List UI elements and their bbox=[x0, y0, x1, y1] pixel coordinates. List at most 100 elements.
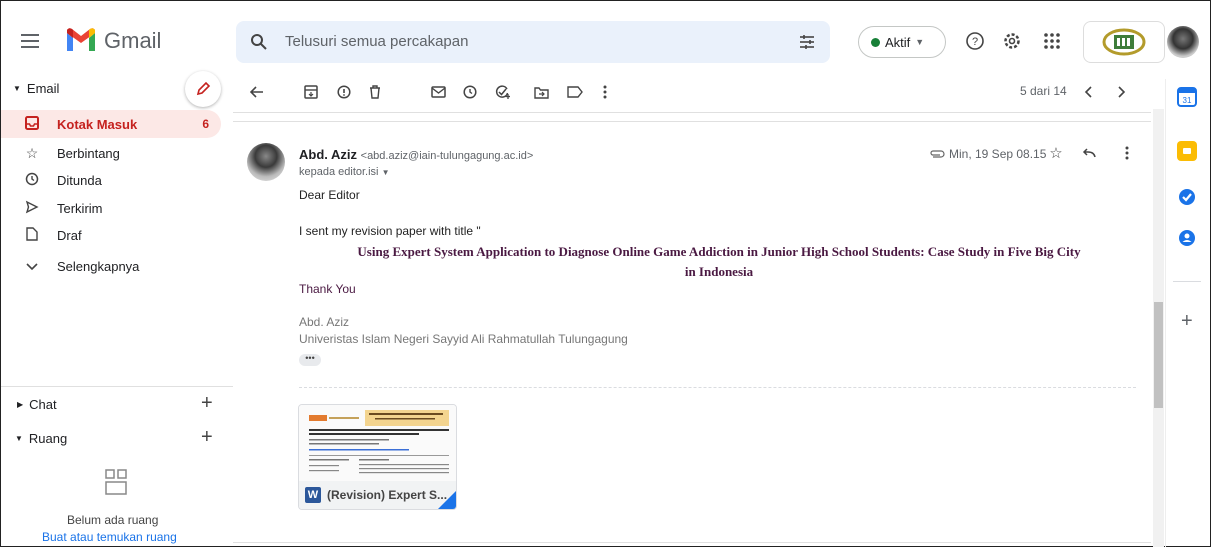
attachment-clip-icon bbox=[929, 146, 945, 164]
search-options-icon[interactable] bbox=[795, 30, 819, 54]
chat-section-label: Chat bbox=[29, 397, 57, 412]
keep-icon[interactable] bbox=[1177, 141, 1197, 161]
attachment-corner-fold bbox=[438, 491, 456, 509]
greeting-text: Dear Editor bbox=[299, 188, 360, 202]
calendar-icon[interactable]: 31 bbox=[1177, 87, 1197, 107]
back-arrow-icon[interactable] bbox=[245, 80, 269, 104]
attachment-preview bbox=[299, 405, 456, 483]
word-document-icon: W bbox=[305, 487, 321, 503]
paper-title-line: in Indonesia bbox=[684, 264, 754, 279]
settings-gear-icon[interactable] bbox=[1000, 29, 1024, 53]
sidebar-item-sent[interactable]: Terkirim bbox=[1, 194, 221, 222]
svg-text:31: 31 bbox=[1183, 96, 1192, 105]
attachments-divider bbox=[299, 387, 1136, 388]
message-date: Min, 19 Sep 08.15 bbox=[949, 147, 1047, 161]
sidebar-item-drafts[interactable]: Draf bbox=[1, 221, 221, 249]
message-more-icon[interactable] bbox=[1118, 144, 1136, 162]
google-apps-icon[interactable] bbox=[1040, 29, 1064, 53]
move-to-folder-icon[interactable] bbox=[529, 80, 553, 104]
intro-text: I sent my revision paper with title " bbox=[299, 224, 481, 238]
search-input[interactable]: Telusuri semua percakapan bbox=[285, 33, 468, 50]
archive-icon[interactable] bbox=[299, 80, 323, 104]
caret-down-icon: ▼ bbox=[381, 168, 390, 177]
paper-title-line: Using Expert System Application to Diagn… bbox=[357, 244, 1081, 259]
scrollbar-thumb[interactable] bbox=[1154, 302, 1163, 408]
add-task-icon[interactable] bbox=[490, 80, 514, 104]
side-panel-divider bbox=[1173, 281, 1201, 282]
sidebar-item-label: Terkirim bbox=[57, 200, 103, 216]
show-trimmed-content-button[interactable]: ••• bbox=[299, 354, 321, 366]
sender-name: Abd. Aziz bbox=[299, 147, 358, 162]
unread-count: 6 bbox=[202, 117, 209, 131]
snooze-clock-icon[interactable] bbox=[458, 80, 482, 104]
sidebar-item-more[interactable]: Selengkapnya bbox=[1, 252, 221, 280]
signature-name: Abd. Aziz bbox=[299, 315, 350, 329]
sender-email: <abd.aziz@iain-tulungagung.ac.id> bbox=[360, 150, 534, 162]
sender-avatar[interactable] bbox=[247, 143, 285, 181]
status-dropdown[interactable]: Aktif ▼ bbox=[858, 26, 946, 58]
label-tag-icon[interactable] bbox=[563, 80, 587, 104]
signature-organization: Univeristas Islam Negeri Sayyid Ali Rahm… bbox=[299, 332, 628, 346]
rooms-section-header[interactable]: ▼ Ruang bbox=[15, 431, 67, 446]
star-icon[interactable]: ☆ bbox=[1047, 144, 1065, 162]
sidebar-item-snoozed[interactable]: Ditunda bbox=[1, 166, 221, 194]
find-rooms-link[interactable]: Buat atau temukan ruang bbox=[42, 530, 177, 544]
sender-line: Abd. Aziz <abd.aziz@iain-tulungagung.ac.… bbox=[299, 147, 533, 162]
sidebar-item-label: Selengkapnya bbox=[57, 258, 140, 274]
mark-unread-mail-icon[interactable] bbox=[426, 80, 450, 104]
attachment-footer: W (Revision) Expert S... bbox=[299, 481, 456, 509]
sidebar-item-inbox[interactable]: Kotak Masuk 6 bbox=[1, 110, 221, 138]
sidebar-divider bbox=[1, 386, 233, 387]
draft-icon bbox=[21, 226, 43, 244]
pencil-icon bbox=[196, 81, 211, 96]
organization-logo[interactable] bbox=[1083, 21, 1165, 63]
add-chat-icon[interactable]: + bbox=[201, 392, 213, 415]
rooms-empty-icon bbox=[105, 469, 127, 500]
thanks-text: Thank You bbox=[299, 282, 356, 296]
older-chevron-right-icon[interactable] bbox=[1110, 80, 1134, 104]
email-section-header[interactable]: ▼ Email bbox=[13, 81, 59, 96]
contacts-icon[interactable] bbox=[1177, 228, 1197, 248]
app-name: Gmail bbox=[104, 28, 162, 53]
reply-icon[interactable] bbox=[1080, 144, 1098, 162]
newer-chevron-left-icon[interactable] bbox=[1076, 80, 1100, 104]
pagination-info: 5 dari 14 bbox=[1020, 84, 1067, 98]
svg-text:?: ? bbox=[972, 36, 978, 48]
toolbar-divider bbox=[233, 112, 1151, 113]
search-icon[interactable] bbox=[247, 30, 271, 54]
attachment-name: (Revision) Expert S... bbox=[327, 488, 448, 502]
status-label: Aktif bbox=[885, 34, 911, 50]
recipient-label: kepada editor.isi bbox=[299, 166, 379, 178]
status-dot-icon bbox=[871, 37, 880, 47]
tasks-icon[interactable] bbox=[1177, 187, 1197, 207]
chat-section-header[interactable]: ▶ Chat bbox=[17, 397, 57, 412]
help-icon[interactable]: ? bbox=[963, 29, 987, 53]
clock-icon bbox=[21, 172, 43, 189]
delete-trash-icon[interactable] bbox=[363, 80, 387, 104]
inbox-icon bbox=[21, 115, 43, 133]
gmail-logo-icon[interactable] bbox=[65, 27, 97, 53]
more-options-icon[interactable] bbox=[593, 80, 617, 104]
sidebar-item-label: Draf bbox=[57, 227, 82, 243]
no-rooms-text: Belum ada ruang bbox=[67, 513, 159, 527]
caret-down-icon: ▼ bbox=[915, 37, 925, 47]
report-spam-icon[interactable] bbox=[332, 80, 356, 104]
recipient-details[interactable]: kepada editor.isi ▼ bbox=[299, 166, 389, 178]
caret-down-icon: ▼ bbox=[13, 84, 21, 93]
message-bottom-divider bbox=[233, 542, 1151, 543]
email-section-label: Email bbox=[26, 81, 60, 96]
sidebar-item-starred[interactable]: ☆ Berbintang bbox=[1, 139, 221, 167]
attachment-card[interactable]: W (Revision) Expert S... bbox=[298, 404, 457, 510]
main-menu-icon[interactable] bbox=[13, 23, 49, 59]
get-addons-plus-icon[interactable]: + bbox=[1181, 310, 1193, 333]
message-top-divider bbox=[233, 121, 1151, 122]
account-avatar[interactable] bbox=[1167, 26, 1199, 58]
chevron-down-icon bbox=[21, 258, 43, 274]
sidebar-item-label: Kotak Masuk bbox=[57, 116, 138, 132]
add-room-icon[interactable]: + bbox=[201, 426, 213, 449]
sidebar-item-label: Ditunda bbox=[57, 172, 102, 188]
compose-button[interactable] bbox=[185, 71, 221, 107]
caret-right-icon: ▶ bbox=[17, 400, 24, 409]
star-icon: ☆ bbox=[25, 144, 39, 161]
send-icon bbox=[21, 200, 43, 217]
